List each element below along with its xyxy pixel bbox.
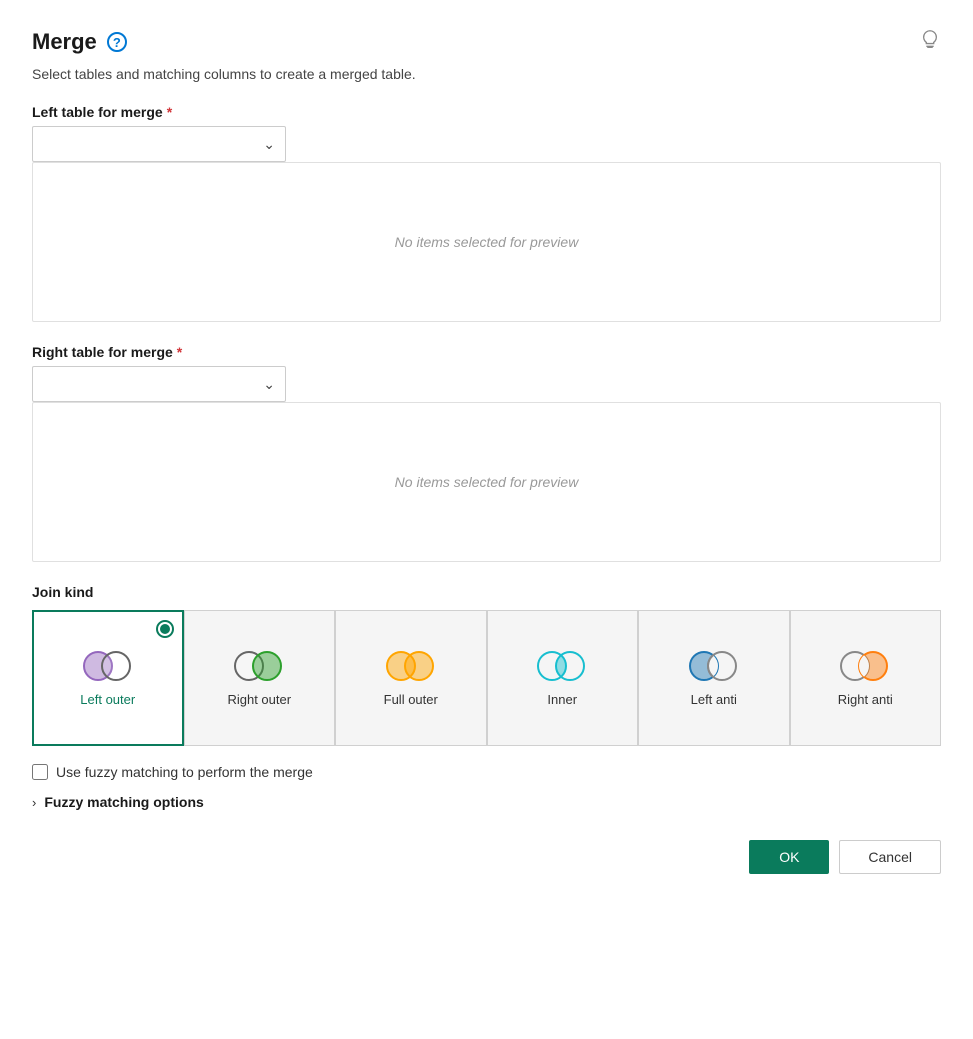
merge-dialog: Merge ? Select tables and matching colum…	[0, 0, 973, 902]
right-table-label: Right table for merge *	[32, 344, 941, 360]
chevron-right-icon: ›	[32, 795, 36, 810]
join-kind-section: Join kind Left outer Right outer	[32, 584, 941, 746]
fuzzy-checkbox[interactable]	[32, 764, 48, 780]
join-option-right-outer-label: Right outer	[227, 692, 291, 709]
join-kind-label: Join kind	[32, 584, 941, 600]
right-table-dropdown[interactable]: ⌄	[32, 366, 286, 402]
venn-right-outer-icon	[231, 648, 287, 684]
left-table-label: Left table for merge *	[32, 104, 941, 120]
join-option-right-anti[interactable]: Right anti	[790, 610, 942, 746]
join-options-container: Left outer Right outer Full outer	[32, 610, 941, 746]
join-option-full-outer-label: Full outer	[384, 692, 438, 709]
join-option-right-outer[interactable]: Right outer	[184, 610, 336, 746]
venn-inner-icon	[534, 648, 590, 684]
venn-left-outer-icon	[80, 648, 136, 684]
left-table-section: Left table for merge * ⌄ No items select…	[32, 104, 941, 322]
left-table-required: *	[167, 104, 172, 120]
ok-button[interactable]: OK	[749, 840, 829, 874]
dialog-title: Merge	[32, 29, 97, 55]
footer-buttons: OK Cancel	[32, 840, 941, 874]
lightbulb-icon[interactable]	[919, 28, 941, 56]
venn-full-outer-icon	[383, 648, 439, 684]
header-left: Merge ?	[32, 29, 127, 55]
join-option-left-anti-label: Left anti	[691, 692, 737, 709]
cancel-button[interactable]: Cancel	[839, 840, 941, 874]
fuzzy-checkbox-label[interactable]: Use fuzzy matching to perform the merge	[56, 764, 313, 780]
dialog-subtitle: Select tables and matching columns to cr…	[32, 66, 941, 82]
venn-right-anti-icon	[837, 648, 893, 684]
help-icon[interactable]: ?	[107, 32, 127, 52]
venn-left-anti-icon	[686, 648, 742, 684]
join-option-inner[interactable]: Inner	[487, 610, 639, 746]
join-option-inner-label: Inner	[547, 692, 577, 709]
right-table-section: Right table for merge * ⌄ No items selec…	[32, 344, 941, 562]
fuzzy-options-label: Fuzzy matching options	[44, 794, 203, 810]
join-option-left-anti[interactable]: Left anti	[638, 610, 790, 746]
fuzzy-options-row[interactable]: › Fuzzy matching options	[32, 794, 941, 810]
right-table-dropdown-arrow: ⌄	[263, 376, 275, 393]
selected-indicator	[156, 620, 174, 638]
right-table-required: *	[177, 344, 182, 360]
join-option-right-anti-label: Right anti	[838, 692, 893, 709]
join-option-left-outer-label: Left outer	[80, 692, 135, 709]
left-table-preview: No items selected for preview	[32, 162, 941, 322]
dialog-header: Merge ?	[32, 28, 941, 56]
fuzzy-matching-row: Use fuzzy matching to perform the merge	[32, 764, 941, 780]
right-table-preview: No items selected for preview	[32, 402, 941, 562]
left-table-dropdown-arrow: ⌄	[263, 136, 275, 153]
left-table-dropdown[interactable]: ⌄	[32, 126, 286, 162]
join-option-left-outer[interactable]: Left outer	[32, 610, 184, 746]
join-option-full-outer[interactable]: Full outer	[335, 610, 487, 746]
